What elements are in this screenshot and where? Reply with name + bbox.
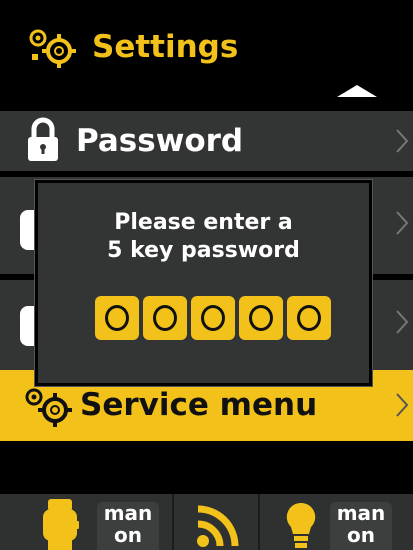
menu-item-icon xyxy=(20,210,36,250)
chevron-right-icon xyxy=(396,211,409,235)
password-keys xyxy=(95,296,331,340)
password-key-slot[interactable] xyxy=(191,296,235,340)
empty-slot-icon xyxy=(249,305,273,331)
dialog-message-line1: Please enter a xyxy=(114,210,293,235)
bulb-icon[interactable] xyxy=(285,502,317,550)
dialog-message-line2: 5 key password xyxy=(107,238,300,263)
chevron-right-icon xyxy=(396,393,409,417)
gear-icon xyxy=(25,388,72,427)
badge-line2: on xyxy=(347,523,375,547)
empty-slot-icon xyxy=(153,305,177,331)
page-title: Settings xyxy=(92,29,239,65)
divider xyxy=(258,494,260,550)
menu-item-icon xyxy=(20,306,36,346)
password-key-slot[interactable] xyxy=(143,296,187,340)
password-key-slot[interactable] xyxy=(287,296,331,340)
status-badge-right: man on xyxy=(330,502,392,550)
status-badge-left: man on xyxy=(97,502,159,550)
dialog-message: Please enter a 5 key password xyxy=(38,209,369,265)
header: Settings xyxy=(0,0,413,104)
empty-slot-icon xyxy=(105,305,129,331)
menu-item-label: Service menu xyxy=(80,387,318,423)
chevron-right-icon xyxy=(396,310,409,334)
gear-icon xyxy=(29,29,76,68)
badge-line2: on xyxy=(114,523,142,547)
empty-slot-icon xyxy=(297,305,321,331)
divider xyxy=(172,494,174,550)
badge-line1: man xyxy=(103,501,153,525)
password-key-slot[interactable] xyxy=(239,296,283,340)
rss-icon[interactable] xyxy=(196,504,240,548)
password-key-slot[interactable] xyxy=(95,296,139,340)
password-dialog: Please enter a 5 key password xyxy=(35,180,372,386)
empty-slot-icon xyxy=(201,305,225,331)
menu-item-password[interactable]: Password xyxy=(0,111,413,171)
scroll-up-icon[interactable] xyxy=(337,85,377,97)
watch-icon[interactable] xyxy=(40,499,80,550)
status-bar: man on man on xyxy=(0,494,413,550)
chevron-right-icon xyxy=(396,129,409,153)
badge-line1: man xyxy=(336,501,386,525)
menu-item-label: Password xyxy=(76,123,244,159)
lock-icon xyxy=(28,117,58,161)
